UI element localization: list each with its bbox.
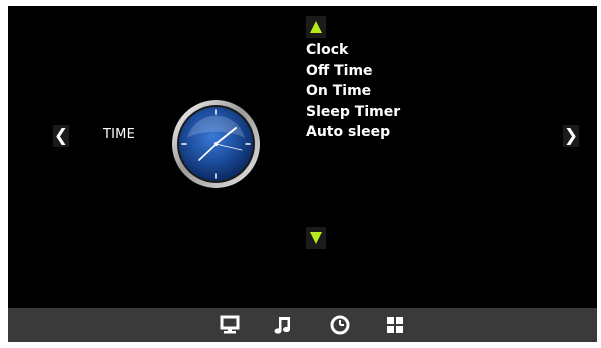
menu-item-on-time[interactable]: On Time bbox=[306, 81, 400, 102]
menu-item-clock[interactable]: Clock bbox=[306, 40, 400, 61]
triangle-up-icon bbox=[310, 21, 322, 33]
triangle-down-icon bbox=[310, 232, 322, 244]
next-category-button[interactable]: ❯ bbox=[563, 125, 579, 147]
menu-item-off-time[interactable]: Off Time bbox=[306, 61, 400, 82]
clock-graphic bbox=[170, 98, 262, 190]
scroll-up-button[interactable] bbox=[306, 16, 326, 38]
scroll-down-button[interactable] bbox=[306, 227, 326, 249]
clock-tab-icon[interactable] bbox=[330, 315, 350, 335]
clock-icon bbox=[172, 100, 260, 188]
menu-item-auto-sleep[interactable]: Auto sleep bbox=[306, 122, 400, 143]
music-note-icon[interactable] bbox=[273, 315, 293, 335]
category-label: TIME bbox=[103, 127, 136, 142]
menu-item-sleep-timer[interactable]: Sleep Timer bbox=[306, 102, 400, 123]
apps-grid-icon[interactable] bbox=[385, 315, 405, 335]
chevron-right-icon: ❯ bbox=[563, 126, 579, 146]
monitor-icon[interactable] bbox=[220, 315, 240, 335]
chevron-left-icon: ❮ bbox=[53, 126, 69, 146]
time-menu: Clock Off Time On Time Sleep Timer Auto … bbox=[306, 40, 400, 143]
prev-category-button[interactable]: ❮ bbox=[53, 125, 69, 147]
tv-menu-screen: ❮ TIME Clock Off Time On Time Sleep Time… bbox=[8, 6, 597, 342]
category-bar bbox=[8, 308, 597, 342]
